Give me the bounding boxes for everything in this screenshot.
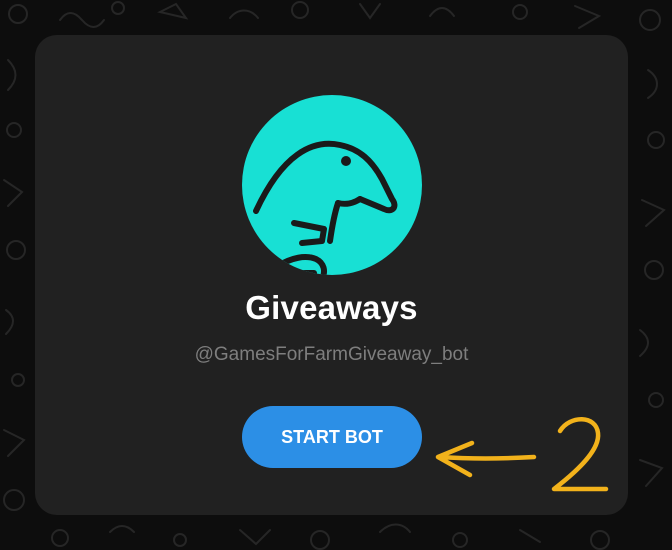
arrow-icon: [435, 440, 537, 478]
dinosaur-icon: [253, 140, 398, 275]
annotation-arrow: [435, 417, 609, 492]
bot-avatar[interactable]: [242, 95, 422, 275]
bot-username[interactable]: @GamesForFarmGiveaway_bot: [35, 344, 628, 366]
bot-name: Giveaways: [245, 289, 418, 326]
chat-background: Giveaways @GamesForFarmGiveaway_bot STAR…: [0, 0, 672, 550]
start-bot-button[interactable]: START BOT: [242, 406, 422, 468]
annotation-number: [551, 417, 609, 492]
